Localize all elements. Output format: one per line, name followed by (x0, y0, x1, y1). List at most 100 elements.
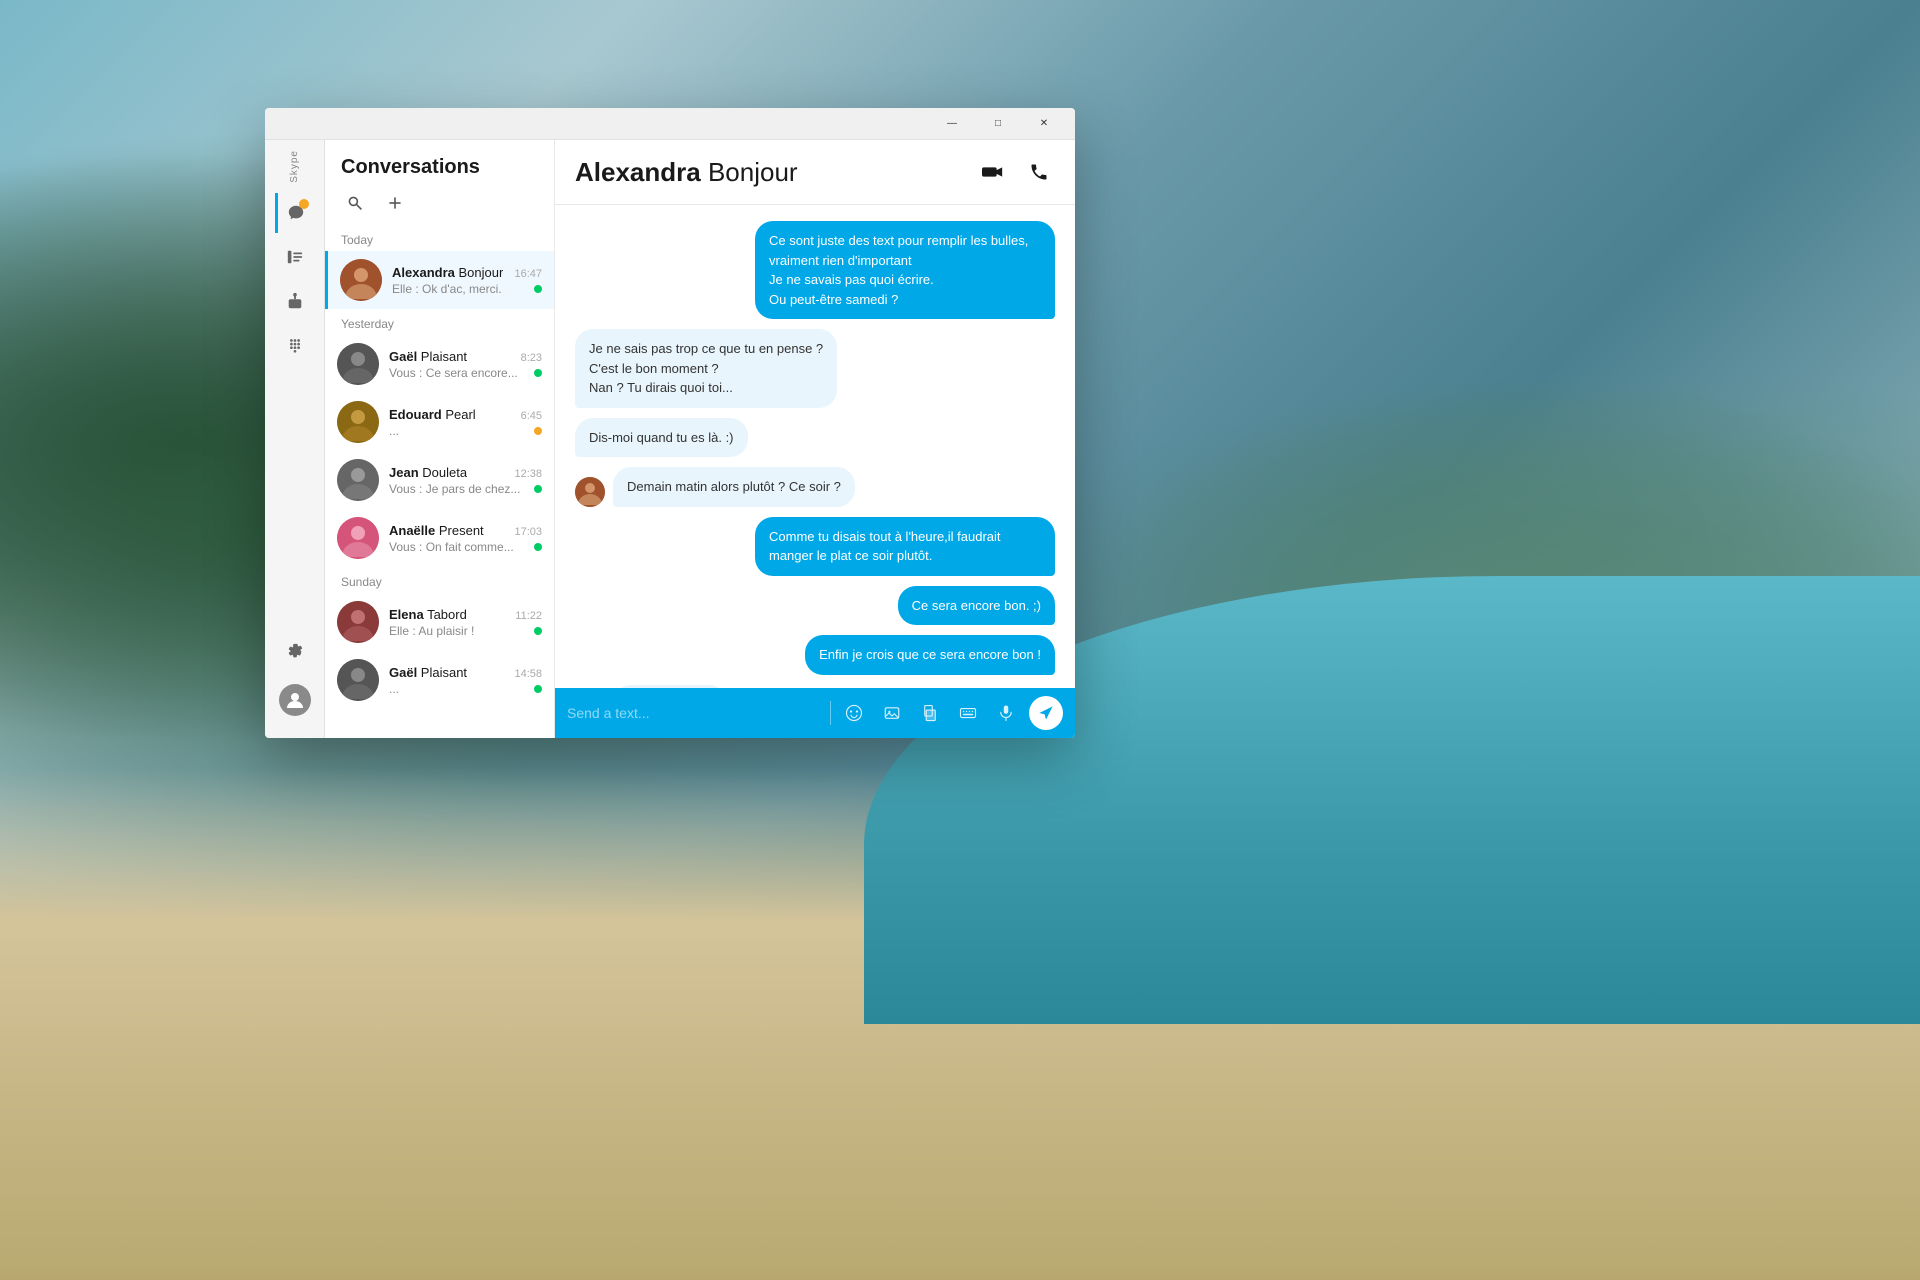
conversations-actions (341, 189, 538, 217)
message-input[interactable] (567, 705, 822, 721)
alexandra-avatar-image (340, 259, 382, 301)
message-bubble-2: Je ne sais pas trop ce que tu en pense ?… (575, 329, 837, 408)
message-row-5: Comme tu disais tout à l'heure,il faudra… (575, 517, 1055, 576)
close-button[interactable]: ✕ (1021, 108, 1067, 140)
status-dot-gael (534, 369, 542, 377)
sidebar-item-conversations[interactable] (275, 193, 315, 233)
conv-info-anaelle: Anaëlle Present 17:03 Vous : On fait com… (389, 523, 542, 554)
conversations-list: Today Alexandra Bonj (325, 225, 554, 738)
user-avatar (279, 684, 311, 716)
microphone-icon (997, 704, 1015, 722)
conv-avatar-edouard (337, 401, 379, 443)
conv-name-gael: Gaël Plaisant (389, 349, 467, 364)
icon-sidebar: Skype (265, 140, 325, 738)
conv-time-alexandra: 16:47 (514, 268, 542, 280)
section-sunday: Sunday (325, 567, 554, 593)
conv-info-gael2: Gaël Plaisant 14:58 ... (389, 665, 542, 696)
search-button[interactable] (341, 189, 369, 217)
emoji-button[interactable] (839, 698, 869, 728)
conv-info-edouard: Edouard Pearl 6:45 ... (389, 407, 542, 438)
sidebar-profile-avatar[interactable] (275, 680, 315, 720)
app-brand-label: Skype (289, 150, 300, 183)
keyboard-button[interactable] (953, 698, 983, 728)
conversation-item-anaelle[interactable]: Anaëlle Present 17:03 Vous : On fait com… (325, 509, 554, 567)
conversation-item-elena[interactable]: Elena Tabord 11:22 Elle : Au plaisir ! (325, 593, 554, 651)
msg-avatar-image-4 (575, 477, 605, 507)
conv-preview-gael2: ... (389, 682, 542, 696)
dialpad-icon (286, 336, 304, 354)
user-avatar-icon (285, 690, 305, 710)
conv-avatar-gael2 (337, 659, 379, 701)
conversation-item-edouard[interactable]: Edouard Pearl 6:45 ... (325, 393, 554, 451)
conv-name-row-edouard: Edouard Pearl 6:45 (389, 407, 542, 422)
chat-contact-name: Alexandra Bonjour (575, 157, 798, 188)
conv-preview-alexandra: Elle : Ok d'ac, merci. (392, 282, 542, 296)
send-button[interactable] (1029, 696, 1063, 730)
maximize-button[interactable]: □ (975, 108, 1021, 140)
msg-avatar-4 (575, 477, 605, 507)
chat-panel: Alexandra Bonjour (555, 140, 1075, 738)
conv-info-elena: Elena Tabord 11:22 Elle : Au plaisir ! (389, 607, 542, 638)
conv-avatar-elena (337, 601, 379, 643)
file-icon (921, 704, 939, 722)
voice-call-button[interactable] (1023, 156, 1055, 188)
conversations-title: Conversations (341, 156, 538, 179)
conversation-item-gael2[interactable]: Gaël Plaisant 14:58 ... (325, 651, 554, 709)
conversation-item-jean[interactable]: Jean Douleta 12:38 Vous : Je pars de che… (325, 451, 554, 509)
conv-name-anaelle: Anaëlle Present (389, 523, 484, 538)
conv-name-row-gael2: Gaël Plaisant 14:58 (389, 665, 542, 680)
conv-name-jean: Jean Douleta (389, 465, 467, 480)
conv-avatar-jean (337, 459, 379, 501)
status-dot-edouard (534, 427, 542, 435)
file-button[interactable] (915, 698, 945, 728)
keyboard-icon (959, 704, 977, 722)
message-bubble-6: Ce sera encore bon. ;) (898, 586, 1055, 626)
microphone-button[interactable] (991, 698, 1021, 728)
video-call-button[interactable] (977, 156, 1009, 188)
gael-avatar-image (337, 343, 379, 385)
conv-avatar-alexandra (340, 259, 382, 301)
minimize-button[interactable]: — (929, 108, 975, 140)
add-icon (387, 195, 403, 211)
conv-time-anaelle: 17:03 (514, 526, 542, 538)
chat-contact-name-rest: Bonjour (701, 157, 798, 187)
conv-name-alexandra: Alexandra Bonjour (392, 265, 503, 280)
message-row-4: Demain matin alors plutôt ? Ce soir ? (575, 467, 1055, 507)
conv-preview-gael: Vous : Ce sera encore... (389, 366, 542, 380)
sidebar-item-settings[interactable] (275, 632, 315, 672)
title-bar: — □ ✕ (265, 108, 1075, 140)
chat-contact-name-bold: Alexandra (575, 157, 701, 187)
conv-time-gael2: 14:58 (514, 668, 542, 680)
conv-name-row-gael: Gaël Plaisant 8:23 (389, 349, 542, 364)
message-bubble-5: Comme tu disais tout à l'heure,il faudra… (755, 517, 1055, 576)
message-bubble-7: Enfin je crois que ce sera encore bon ! (805, 635, 1055, 675)
message-row-1: Ce sont juste des text pour remplir les … (575, 221, 1055, 319)
conv-name-row-jean: Jean Douleta 12:38 (389, 465, 542, 480)
message-bubble-1: Ce sont juste des text pour remplir les … (755, 221, 1055, 319)
input-bar (555, 688, 1075, 738)
sidebar-item-dialpad[interactable] (275, 325, 315, 365)
voice-call-icon (1029, 162, 1049, 182)
add-conversation-button[interactable] (381, 189, 409, 217)
send-icon (1038, 705, 1054, 721)
message-row-3: Dis-moi quand tu es là. :) (575, 418, 1055, 458)
conversation-item-alexandra[interactable]: Alexandra Bonjour 16:47 Elle : Ok d'ac, … (325, 251, 554, 309)
status-dot-jean (534, 485, 542, 493)
conv-time-edouard: 6:45 (521, 410, 542, 422)
conversations-header: Conversations (325, 140, 554, 225)
conv-name-bold: Alexandra (392, 265, 455, 280)
input-divider (830, 701, 831, 725)
status-dot-anaelle (534, 543, 542, 551)
conv-info-alexandra: Alexandra Bonjour 16:47 Elle : Ok d'ac, … (392, 265, 542, 296)
image-button[interactable] (877, 698, 907, 728)
message-row-7: Enfin je crois que ce sera encore bon ! (575, 635, 1055, 675)
conv-name-elena: Elena Tabord (389, 607, 467, 622)
messages-area: Ce sont juste des text pour remplir les … (555, 205, 1075, 688)
sidebar-item-contacts[interactable] (275, 237, 315, 277)
conv-name-row-alexandra: Alexandra Bonjour 16:47 (392, 265, 542, 280)
status-dot-gael2 (534, 685, 542, 693)
sidebar-item-bots[interactable] (275, 281, 315, 321)
app-window: — □ ✕ Skype (265, 108, 1075, 738)
conversation-item-gael[interactable]: Gaël Plaisant 8:23 Vous : Ce sera encore… (325, 335, 554, 393)
bots-icon (286, 292, 304, 310)
